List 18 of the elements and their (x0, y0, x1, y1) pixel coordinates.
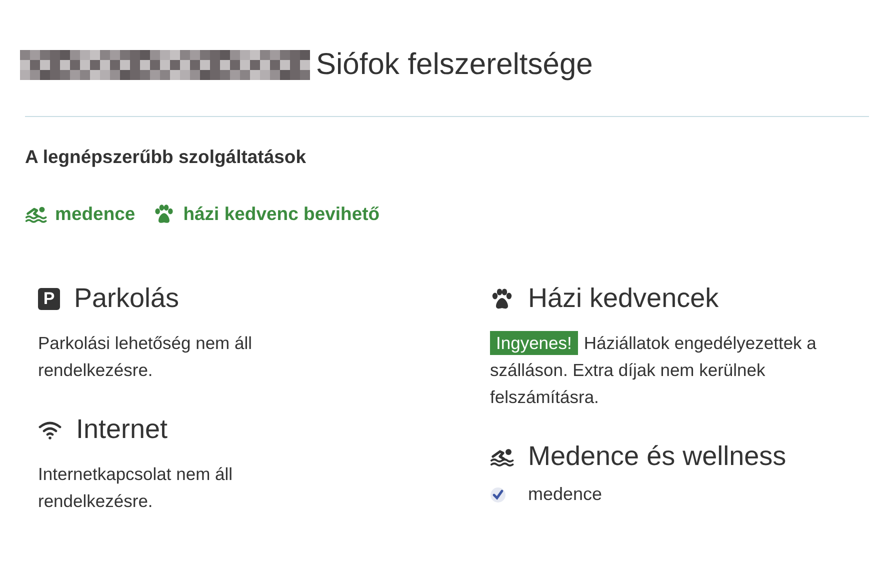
section-title: Házi kedvencek (528, 283, 719, 314)
amenity-label: medence (528, 484, 602, 505)
paw-icon (153, 204, 176, 224)
amenity-label: házi kedvenc bevihető (183, 203, 380, 225)
wifi-icon (38, 420, 62, 440)
swimmer-icon (25, 204, 47, 224)
amenity-label: medence (55, 203, 136, 225)
page-title: Siófok felszereltsége (316, 48, 593, 82)
paw-icon (490, 288, 514, 310)
section-text: Ingyenes! Háziállatok engedélyezettek a szálláson. Extra díjak nem kerülnek felszámításra. (490, 330, 818, 409)
section-title: Medence és wellness (528, 441, 786, 472)
section-title: Internet (76, 414, 168, 445)
section-title: Parkolás (74, 283, 180, 314)
popular-heading: A legnépszerűbb szolgáltatások (25, 146, 307, 168)
section-text: Parkolási lehetőség nem áll rendelkezésre. (38, 332, 254, 382)
swimmer-icon (490, 446, 514, 466)
section-text: Internetkapcsolat nem áll rendelkezésre. (38, 463, 234, 513)
parking-icon: P (38, 288, 60, 310)
